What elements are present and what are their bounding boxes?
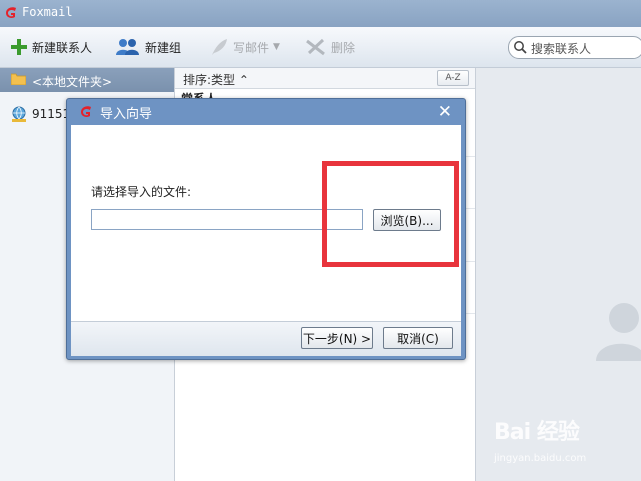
- new-group-label: 新建组: [145, 40, 182, 55]
- group-icon: [116, 39, 139, 55]
- cancel-button[interactable]: 取消(C): [383, 327, 453, 349]
- close-icon[interactable]: ✕: [438, 102, 452, 122]
- delete-icon: [306, 38, 325, 56]
- dropdown-arrow-icon: ▼: [273, 42, 280, 52]
- new-contact-button[interactable]: 新建联系人: [10, 36, 92, 58]
- app-title: Foxmail: [22, 5, 73, 19]
- write-mail-button[interactable]: 写邮件 ▼: [209, 36, 280, 58]
- new-group-button[interactable]: 新建组: [115, 36, 181, 58]
- globe-contact-icon: [12, 106, 26, 122]
- az-sort-button[interactable]: A-Z: [437, 70, 469, 86]
- sort-header: 排序:类型 ⌃ A-Z: [175, 68, 475, 89]
- dialog-footer: 下一步(N) > 取消(C): [71, 321, 461, 356]
- contact-silhouette-icon: [596, 303, 641, 361]
- plus-icon: [11, 39, 27, 55]
- next-step-button[interactable]: 下一步(N) >: [301, 327, 373, 349]
- folder-icon: [11, 73, 26, 85]
- new-contact-label: 新建联系人: [32, 40, 93, 55]
- app-title-bar: Foxmail: [0, 0, 641, 27]
- local-folder-header[interactable]: <本地文件夹>: [0, 68, 174, 92]
- dialog-title: 导入向导: [100, 107, 153, 122]
- delete-button[interactable]: 删除: [305, 36, 355, 58]
- foxmail-logo-icon: [81, 106, 91, 117]
- feather-pen-icon: [212, 39, 227, 55]
- delete-label: 删除: [331, 40, 356, 55]
- local-folder-label: <本地文件夹>: [32, 75, 113, 89]
- search-icon: [514, 41, 527, 54]
- watermark-url: jingyan.baidu.com: [494, 453, 587, 464]
- search-placeholder: 搜索联系人: [531, 42, 592, 56]
- foxmail-logo-icon: [6, 7, 16, 18]
- search-contacts-input[interactable]: 搜索联系人: [508, 36, 641, 59]
- select-file-prompt: 请选择导入的文件:: [91, 185, 192, 199]
- baidu-watermark: Bai 经验: [494, 420, 580, 445]
- sort-type-button[interactable]: 排序:类型 ⌃: [183, 71, 249, 88]
- dialog-title-bar: 导入向导 ✕: [67, 99, 465, 125]
- highlight-annotation: [322, 161, 459, 267]
- write-mail-label: 写邮件: [233, 40, 270, 55]
